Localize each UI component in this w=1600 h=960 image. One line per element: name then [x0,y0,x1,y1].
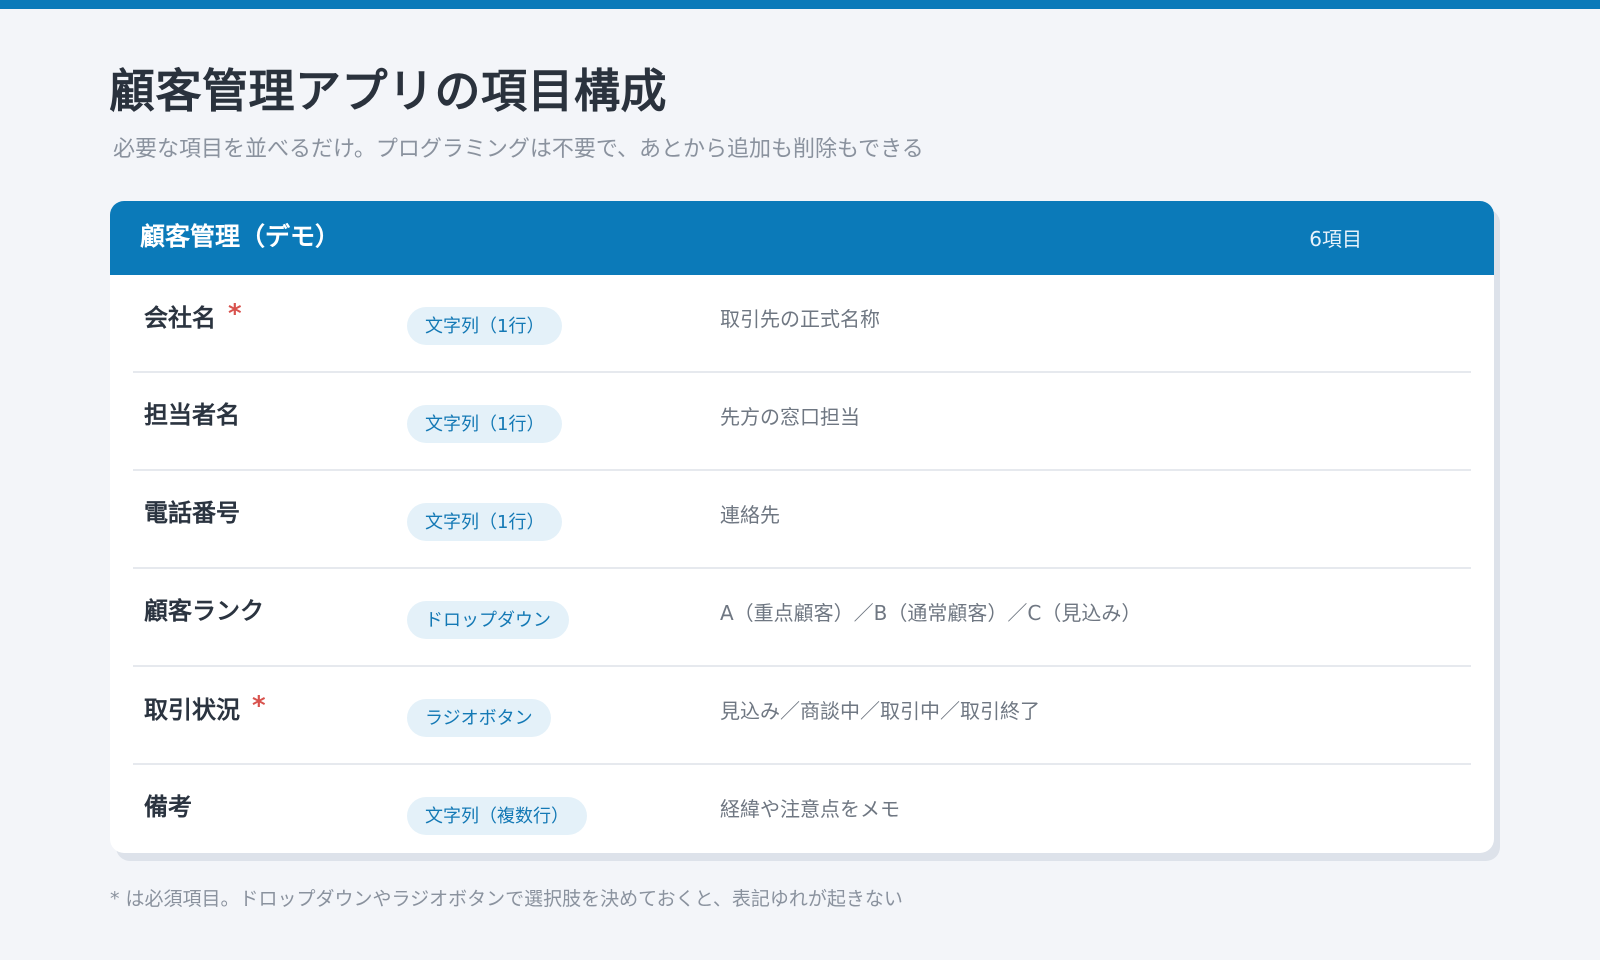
required-mark: * [252,691,266,721]
field-name: 取引状況 * [144,691,266,728]
field-row[interactable]: 会社名 * 文字列（1行） 取引先の正式名称 [133,275,1471,373]
page-title: 顧客管理アプリの項目構成 [109,64,667,118]
field-name-label: 顧客ランク [144,597,264,625]
field-description: 連絡先 [720,503,780,527]
field-row[interactable]: 電話番号 文字列（1行） 連絡先 [133,471,1471,569]
field-type-badge: 文字列（複数行） [407,797,587,835]
field-description: A（重点顧客）／B（通常顧客）／C（見込み） [720,601,1142,625]
field-type-badge: 文字列（1行） [407,405,563,443]
required-mark: * [228,299,242,329]
field-row[interactable]: 取引状況 * ラジオボタン 見込み／商談中／取引中／取引終了 [133,667,1471,765]
card-title: 顧客管理（デモ） [140,222,341,251]
field-type-badge: 文字列（1行） [407,307,563,345]
field-name: 担当者名 [144,400,240,431]
field-type-badge: 文字列（1行） [407,503,563,541]
field-list-card: 顧客管理（デモ） 6項目 会社名 * 文字列（1行） 取引先の正式名称 担当者名 … [110,201,1494,853]
field-rows: 会社名 * 文字列（1行） 取引先の正式名称 担当者名 文字列（1行） 先方の窓口… [110,275,1494,853]
field-description: 見込み／商談中／取引中／取引終了 [720,699,1040,723]
field-name: 会社名 * [144,299,242,336]
field-name-label: 取引状況 [144,696,240,724]
field-description: 取引先の正式名称 [720,307,880,331]
field-row[interactable]: 顧客ランク ドロップダウン A（重点顧客）／B（通常顧客）／C（見込み） [133,569,1471,667]
field-count: 6項目 [1309,227,1362,251]
field-type-badge: ラジオボタン [407,699,551,737]
field-name-label: 会社名 [144,304,216,332]
card-header: 顧客管理（デモ） 6項目 [110,201,1494,275]
field-name: 電話番号 [144,498,240,529]
field-row[interactable]: 備考 文字列（複数行） 経緯や注意点をメモ [133,765,1471,853]
field-name-label: 電話番号 [144,499,240,527]
field-name-label: 担当者名 [144,401,240,429]
field-row[interactable]: 担当者名 文字列（1行） 先方の窓口担当 [133,373,1471,471]
field-description: 先方の窓口担当 [720,405,860,429]
field-name: 顧客ランク [144,596,264,627]
field-description: 経緯や注意点をメモ [720,797,900,821]
top-accent-bar [0,0,1600,9]
page-subtitle: 必要な項目を並べるだけ。プログラミングは不要で、あとから追加も削除もできる [113,137,924,162]
field-name: 備考 [144,792,192,823]
footnote: * は必須項目。ドロップダウンやラジオボタンで選択肢を決めておくと、表記ゆれが起… [110,888,903,910]
field-name-label: 備考 [144,793,192,821]
field-type-badge: ドロップダウン [407,601,569,639]
